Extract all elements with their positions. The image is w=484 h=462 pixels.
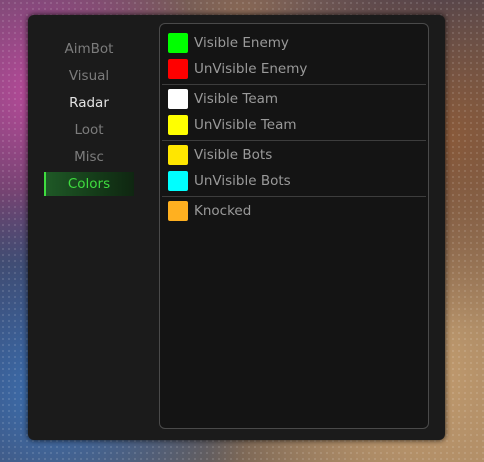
color-swatch-unvisible-team[interactable] bbox=[168, 115, 188, 135]
color-label-unvisible-team: UnVisible Team bbox=[194, 117, 297, 133]
sidebar-item-misc[interactable]: Misc bbox=[44, 145, 134, 169]
color-swatch-unvisible-bots[interactable] bbox=[168, 171, 188, 191]
color-row-unvisible-team[interactable]: UnVisible Team bbox=[168, 115, 297, 135]
color-row-visible-team[interactable]: Visible Team bbox=[168, 89, 278, 109]
section-divider bbox=[162, 140, 426, 141]
color-swatch-visible-enemy[interactable] bbox=[168, 33, 188, 53]
color-row-knocked[interactable]: Knocked bbox=[168, 201, 251, 221]
sidebar-nav: AimBot Visual Radar Loot Misc Colors bbox=[44, 37, 134, 199]
color-row-unvisible-enemy[interactable]: UnVisible Enemy bbox=[168, 59, 307, 79]
color-row-unvisible-bots[interactable]: UnVisible Bots bbox=[168, 171, 291, 191]
colors-panel: Visible Enemy UnVisible Enemy Visible Te… bbox=[159, 23, 429, 429]
sidebar-item-radar[interactable]: Radar bbox=[44, 91, 134, 115]
color-label-visible-bots: Visible Bots bbox=[194, 147, 273, 163]
color-label-unvisible-bots: UnVisible Bots bbox=[194, 173, 291, 189]
color-row-visible-bots[interactable]: Visible Bots bbox=[168, 145, 272, 165]
color-row-visible-enemy[interactable]: Visible Enemy bbox=[168, 33, 289, 53]
sidebar-item-visual[interactable]: Visual bbox=[44, 64, 134, 88]
color-swatch-visible-team[interactable] bbox=[168, 89, 188, 109]
color-swatch-unvisible-enemy[interactable] bbox=[168, 59, 188, 79]
sidebar-item-aimbot[interactable]: AimBot bbox=[44, 37, 134, 61]
color-swatch-visible-bots[interactable] bbox=[168, 145, 188, 165]
color-label-visible-enemy: Visible Enemy bbox=[194, 35, 289, 51]
section-divider bbox=[162, 196, 426, 197]
color-label-knocked: Knocked bbox=[194, 203, 252, 219]
cheat-menu-window: AimBot Visual Radar Loot Misc Colors Vis… bbox=[28, 15, 445, 440]
color-label-unvisible-enemy: UnVisible Enemy bbox=[194, 61, 308, 77]
color-label-visible-team: Visible Team bbox=[194, 91, 279, 107]
color-swatch-knocked[interactable] bbox=[168, 201, 188, 221]
sidebar-item-loot[interactable]: Loot bbox=[44, 118, 134, 142]
section-divider bbox=[162, 84, 426, 85]
sidebar-item-colors[interactable]: Colors bbox=[44, 172, 134, 196]
